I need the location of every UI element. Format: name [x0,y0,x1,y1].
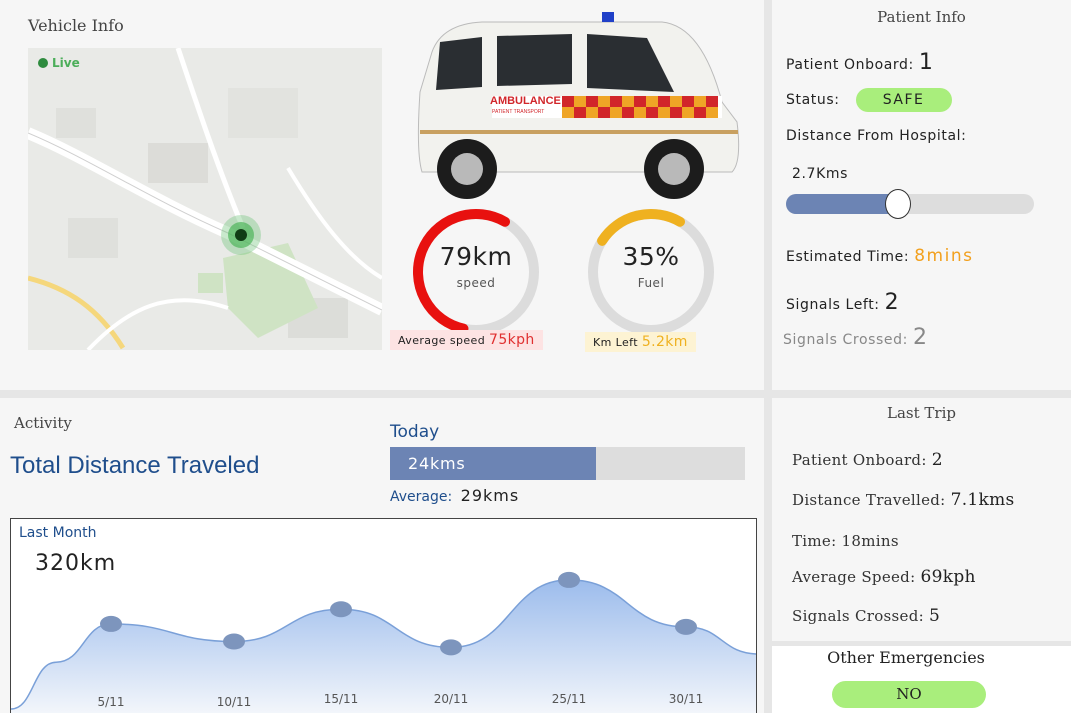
average-speed-label: Average speed [398,334,486,347]
last-trip-onboard-value: 2 [931,450,943,470]
today-label: Today [390,422,440,442]
other-emergencies-panel: Other Emergencies NO [772,646,1071,713]
last-trip-distance-label: Distance Travelled: [792,491,946,509]
km-left-badge: Km Left 5.2km [585,332,696,352]
other-emergencies-title: Other Emergencies [827,648,985,667]
total-distance-title: Total Distance Traveled [10,452,260,479]
status-label: Status: [786,92,840,108]
chart-point-15/11[interactable] [330,601,352,618]
average-distance-value: 29kms [460,486,520,505]
chart-point-30/11[interactable] [675,618,697,635]
average-distance-label: Average: [390,489,453,505]
last-trip-distance-row: Distance Travelled: 7.1kms [792,490,1015,510]
distance-slider-fill [786,194,898,214]
patient-onboard-row: Patient Onboard: 1 [786,50,934,75]
last-trip-onboard-row: Patient Onboard: 2 [792,450,943,470]
last-trip-avg-speed-label: Average Speed: [792,568,916,586]
chart-tick-label-5/11: 5/11 [98,695,125,709]
chart-tick-label-20/11: 20/11 [434,692,469,706]
last-trip-title: Last Trip [887,404,956,422]
patient-onboard-label: Patient Onboard: [786,57,914,73]
chart-tick-label-15/11: 15/11 [324,692,359,706]
today-progress-fill: 24kms [390,447,596,480]
vehicle-info-panel: Vehicle Info Live AMBULANCE PATIENT TRAN… [0,0,764,390]
chart-tick-label-30/11: 30/11 [669,692,704,706]
km-left-label: Km Left [593,336,638,349]
last-trip-signals-label: Signals Crossed: [792,607,924,625]
fuel-gauge: 35% Fuel [585,208,725,348]
status-badge: SAFE [855,88,952,112]
last-month-chart: 5/11 10/11 15/11 20/11 25/11 30/11 Last Month… [10,518,757,713]
vehicle-info-title: Vehicle Info [28,16,124,35]
signals-left-label: Signals Left: [786,297,880,313]
chart-point-5/11[interactable] [100,615,122,632]
last-trip-time-value: 18mins [841,532,899,550]
chart-point-25/11[interactable] [558,571,580,588]
last-trip-signals-row: Signals Crossed: 5 [792,606,940,626]
activity-title: Activity [14,414,72,432]
van-sublabel: PATIENT TRANSPORT [492,109,544,115]
last-trip-time-label: Time: [792,532,837,550]
chart-total-label: 320km [35,551,117,576]
distance-from-hospital-value: 2.7Kms [792,166,848,182]
status-row: Status: SAFE [786,88,952,112]
patient-info-panel: Patient Info Patient Onboard: 1 Status: S… [772,0,1071,390]
map-background [28,48,382,350]
fuel-gauge-fill [597,209,685,246]
chart-point-20/11[interactable] [440,639,462,656]
average-speed-value: 75kph [489,332,535,348]
van-label: AMBULANCE [490,95,561,107]
distance-slider[interactable] [786,189,1034,219]
average-distance-row: Average: 29kms [390,486,519,505]
estimated-time-value: 8mins [914,246,974,266]
signals-crossed-row: Signals Crossed: 2 [783,325,928,350]
chart-tick-label-10/11: 10/11 [217,695,252,709]
last-trip-avg-speed-row: Average Speed: 69kph [792,567,976,587]
speed-gauge: 79km speed [410,208,550,348]
estimated-time-label: Estimated Time: [786,249,910,265]
signals-left-row: Signals Left: 2 [786,290,899,315]
last-trip-signals-value: 5 [929,606,941,626]
last-trip-avg-speed-value: 69kph [920,567,976,587]
average-speed-badge: Average speed 75kph [390,330,543,350]
distance-from-hospital-label: Distance From Hospital: [786,128,967,144]
patient-info-title: Patient Info [877,8,966,26]
vehicle-location-marker-icon [221,215,261,255]
fuel-label: Fuel [637,276,665,290]
fuel-value: 35% [622,242,680,271]
last-trip-panel: Last Trip Patient Onboard: 2 Distance Tr… [772,398,1071,641]
speed-label: speed [456,276,496,290]
last-trip-onboard-label: Patient Onboard: [792,451,927,469]
last-month-chart-svg: 5/11 10/11 15/11 20/11 25/11 30/11 [11,571,756,713]
speed-value: 79km [439,242,513,271]
estimated-time-row: Estimated Time: 8mins [786,246,973,266]
last-trip-time-row: Time: 18mins [792,532,899,550]
signals-left-value: 2 [884,290,900,315]
distance-slider-thumb[interactable] [884,189,911,219]
ambulance-image: AMBULANCE PATIENT TRANSPORT [412,12,742,207]
km-left-value: 5.2km [641,334,688,350]
chart-tick-label-25/11: 25/11 [552,692,587,706]
signals-crossed-label: Signals Crossed: [783,332,908,348]
live-label: Live [52,56,80,70]
live-dot-icon [38,58,48,68]
signals-crossed-value: 2 [913,325,928,350]
other-emergencies-badge: NO [832,681,986,708]
live-indicator: Live [38,56,80,70]
chart-point-10/11[interactable] [223,633,245,650]
chart-area-fill [11,579,756,713]
chart-title: Last Month [19,525,97,541]
speed-gauge-fill [413,209,510,334]
live-map[interactable]: Live [28,48,382,350]
patient-onboard-value: 1 [918,50,934,75]
last-trip-distance-value: 7.1kms [950,490,1015,510]
today-progress-bar: 24kms [390,447,745,480]
